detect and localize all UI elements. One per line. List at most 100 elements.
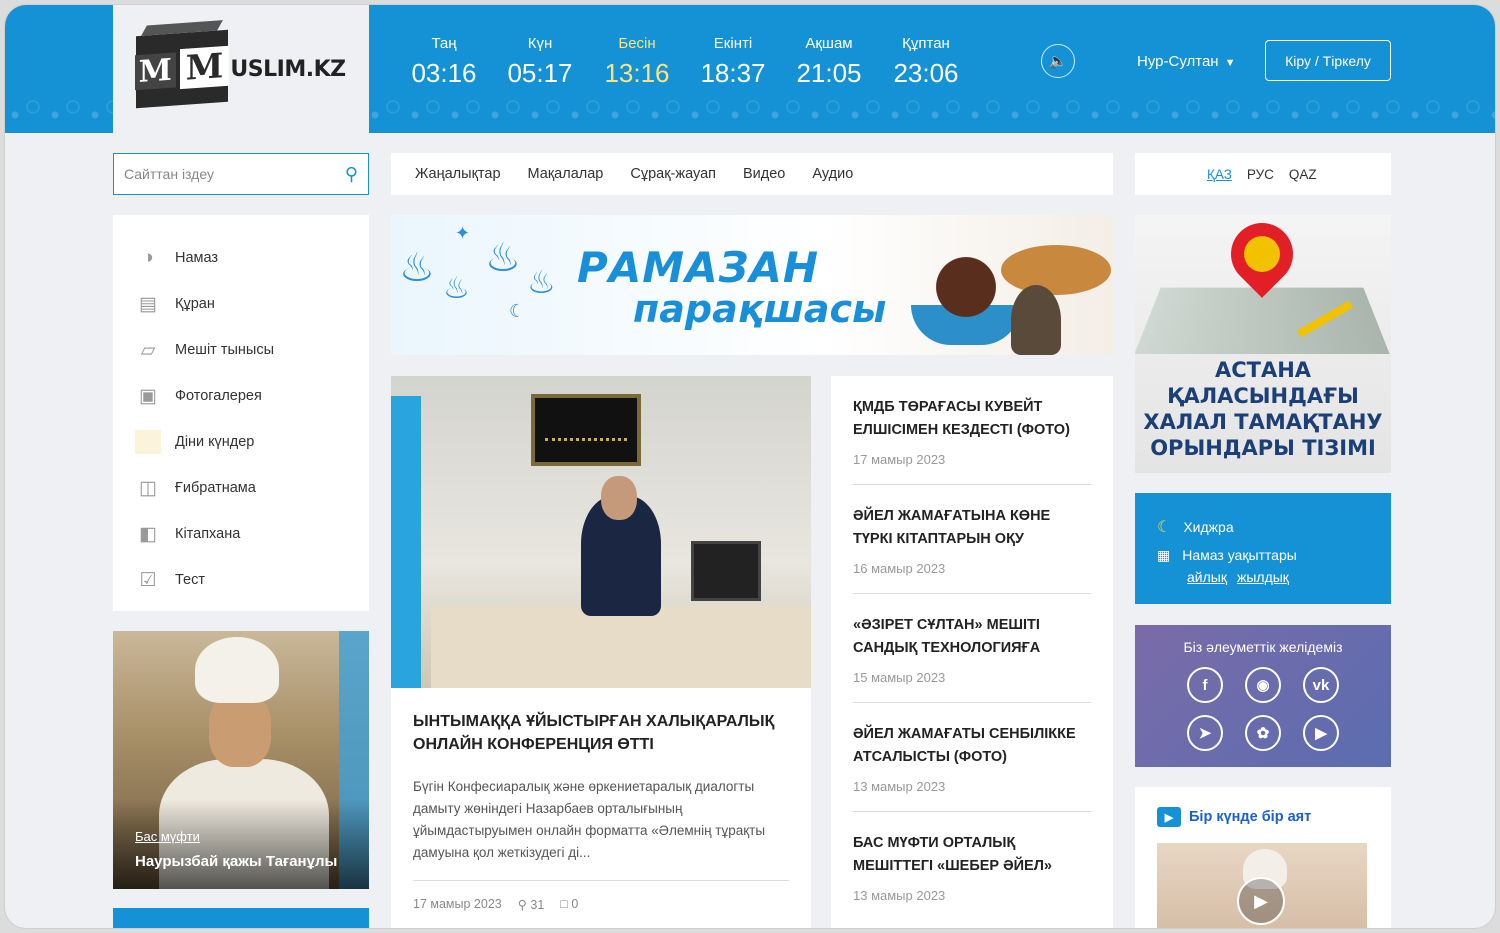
calendar-blank-icon	[135, 430, 161, 454]
library-icon: ◧	[139, 523, 157, 545]
news-title[interactable]: ӘЙЕЛ ЖАМАҒАТЫ СЕНБІЛІККЕ АТСАЛЫСТЫ (ФОТО…	[853, 723, 1091, 769]
lang-rus[interactable]: РУС	[1247, 167, 1274, 182]
featured-article[interactable]: ЫНТЫМАҚҚА ҰЙЫСТЫРҒАН ХАЛЫҚАРАЛЫҚ ОНЛАЙН …	[391, 376, 811, 928]
article-date: 17 мамыр 2023	[413, 897, 502, 911]
twitter-icon[interactable]: ✿	[1245, 715, 1281, 751]
sidebar-item-test[interactable]: ☑ Тест	[113, 557, 369, 603]
hijri-widget: ☾ Хиджра ▦ Намаз уақыттары айлық жылдық	[1135, 493, 1391, 604]
sidebar-item-religious-days[interactable]: Діни күндер	[113, 419, 369, 465]
list-item[interactable]: «ӘЗІРЕТ СҰЛТАН» МЕШІТІ САНДЫҚ ТЕХНОЛОГИЯ…	[853, 594, 1091, 703]
nav-news[interactable]: Жаңалықтар	[415, 166, 501, 182]
list-item[interactable]: ӘЙЕЛ ЖАМАҒАТЫ СЕНБІЛІККЕ АТСАЛЫСТЫ (ФОТО…	[853, 703, 1091, 812]
caret-down-icon: ▼	[1224, 57, 1236, 69]
verse-title: Бір күнде бір аят	[1189, 809, 1312, 825]
sidebar-item-library[interactable]: ◧ Кітапхана	[113, 511, 369, 557]
mufti-name[interactable]: Наурызбай қажы Тағанұлы	[135, 853, 337, 870]
comments-count: □ 0	[560, 897, 579, 911]
speaker-icon: 🔈	[1048, 53, 1068, 70]
vk-icon[interactable]: vk	[1303, 667, 1339, 703]
news-title[interactable]: «ӘЗІРЕТ СҰЛТАН» МЕШІТІ САНДЫҚ ТЕХНОЛОГИЯ…	[853, 614, 1091, 660]
lang-qaz[interactable]: QAZ	[1289, 167, 1317, 182]
featured-article-title[interactable]: ЫНТЫМАҚҚА ҰЙЫСТЫРҒАН ХАЛЫҚАРАЛЫҚ ОНЛАЙН …	[413, 710, 789, 756]
sidebar-item-gallery[interactable]: ▣ Фотогалерея	[113, 373, 369, 419]
halal-banner-caption: АСТАНА ҚАЛАСЫНДАҒЫ ХАЛАЛ ТАМАҚТАНУ ОРЫНД…	[1143, 358, 1383, 460]
news-date: 13 мамыр 2023	[853, 779, 946, 794]
featured-article-photo[interactable]	[391, 376, 811, 688]
list-item[interactable]: БАС МҮФТИ ОРТАЛЫҚ МЕШІТТЕГІ «ШЕБЕР ӘЙЕЛ»…	[853, 812, 1091, 921]
news-title[interactable]: ӘЙЕЛ ЖАМАҒАТЫНА КӨНЕ ТҮРКІ КІТАПТАРЫН ОҚ…	[853, 505, 1091, 551]
prayer-time-tan: Таң 03:16	[411, 35, 477, 88]
featured-article-meta: 17 мамыр 2023 ⚲ 31 □ 0	[413, 897, 789, 912]
ramadan-banner[interactable]: ♨ ♨ ♨ ♨ ✦ ☾ РАМАЗАН парақшасы	[391, 215, 1113, 355]
prayer-time-aksham: Ақшам 21:05	[796, 35, 862, 88]
city-selector[interactable]: Нур-Султан ▼	[1137, 53, 1235, 70]
crescent-icon: ☾	[509, 301, 526, 321]
browser-frame: M M USLIM.KZ Таң 03:16 Күн 05:17 Бесін 1…	[4, 4, 1496, 929]
social-title: Біз әлеуметтік желідеміз	[1183, 639, 1343, 655]
divider	[413, 880, 789, 881]
youtube-icon[interactable]: ▶	[1303, 715, 1339, 751]
list-item[interactable]: ӘЙЕЛ ЖАМАҒАТЫНА КӨНЕ ТҮРКІ КІТАПТАРЫН ОҚ…	[853, 485, 1091, 594]
logo[interactable]: M M USLIM.KZ	[113, 5, 369, 133]
sound-toggle-button[interactable]: 🔈	[1041, 44, 1075, 78]
chief-mufti-card[interactable]: Бас мүфти Наурызбай қажы Тағанұлы	[113, 631, 369, 889]
views-count: ⚲ 31	[517, 898, 545, 912]
quran-icon: ▤	[139, 293, 157, 315]
news-list: ҚМДБ ТӨРАҒАСЫ КУВЕЙТ ЕЛШІСІМЕН КЕЗДЕСТІ …	[831, 376, 1113, 928]
yearly-link[interactable]: жылдық	[1237, 569, 1289, 585]
language-switcher: ҚАЗ РУС QAZ	[1135, 153, 1391, 195]
book-icon: ◫	[139, 477, 157, 499]
play-icon[interactable]: ▶	[1237, 877, 1285, 925]
news-date: 16 мамыр 2023	[853, 561, 946, 576]
mufti-role[interactable]: Бас мүфти	[135, 829, 200, 844]
crescent-moon-icon: ☾	[1157, 519, 1172, 536]
news-date: 17 мамыр 2023	[853, 452, 946, 467]
list-item[interactable]: ҚМДБ ТӨРАҒАСЫ КУВЕЙТ ЕЛШІСІМЕН КЕЗДЕСТІ …	[853, 376, 1091, 485]
halal-places-banner[interactable]: АСТАНА ҚАЛАСЫНДАҒЫ ХАЛАЛ ТАМАҚТАНУ ОРЫНД…	[1135, 215, 1391, 473]
prayer-time-besin-active: Бесін 13:16	[604, 35, 670, 88]
instagram-icon[interactable]: ◉	[1245, 667, 1281, 703]
banner-title: РАМАЗАН	[577, 243, 820, 292]
prayer-time-quptan: Құптан 23:06	[893, 35, 959, 88]
calendar-icon: ▦	[1157, 546, 1171, 563]
sidebar-item-namaz[interactable]: ◑ Намаз	[113, 235, 369, 281]
facebook-icon[interactable]: f	[1187, 667, 1223, 703]
comment-icon: □	[560, 897, 568, 911]
prayer-times-row: ▦ Намаз уақыттары	[1157, 546, 1297, 564]
banner-subtitle: парақшасы	[633, 287, 887, 331]
checkbox-icon: ☑	[139, 569, 157, 591]
news-title[interactable]: ҚМДБ ТӨРАҒАСЫ КУВЕЙТ ЕЛШІСІМЕН КЕЗДЕСТІ …	[853, 396, 1091, 442]
prayer-time-ekinti: Екінті 18:37	[700, 35, 766, 88]
nav-articles[interactable]: Мақалалар	[528, 166, 604, 182]
news-date: 13 мамыр 2023	[853, 888, 946, 903]
news-title[interactable]: БАС МҮФТИ ОРТАЛЫҚ МЕШІТТЕГІ «ШЕБЕР ӘЙЕЛ»	[853, 832, 1091, 878]
eye-icon: ⚲	[517, 898, 527, 912]
star-icon: ✦	[455, 223, 471, 243]
monthly-link[interactable]: айлық	[1187, 569, 1227, 585]
lantern-icon: ♨	[399, 246, 435, 290]
lang-kaz[interactable]: ҚАЗ	[1207, 167, 1232, 182]
featured-article-excerpt: Бүгін Конфесиаралық және өркениетаралық …	[413, 779, 766, 860]
teapot-image	[1011, 285, 1061, 355]
map-icon	[1135, 287, 1390, 355]
location-pin-icon	[1218, 215, 1306, 298]
sidebar-item-gibratnama[interactable]: ◫ Ғибратнама	[113, 465, 369, 511]
nav-video[interactable]: Видео	[743, 166, 785, 182]
verse-video-thumbnail[interactable]: ▶	[1157, 843, 1367, 928]
hijri-link[interactable]: ☾ Хиджра	[1157, 513, 1391, 541]
lantern-icon: ♨	[443, 272, 470, 305]
sidebar-item-quran[interactable]: ▤ Құран	[113, 281, 369, 327]
sidebar-item-mosque[interactable]: ▱ Мешіт тынысы	[113, 327, 369, 373]
verse-of-day-block: ▶ Бір күнде бір аят ▶	[1135, 787, 1391, 928]
prayer-icon: ◑	[142, 247, 154, 268]
nav-qa[interactable]: Сұрақ-жауап	[630, 166, 716, 182]
login-register-button[interactable]: Кіру / Тіркелу	[1265, 40, 1391, 81]
dates-bowl-image	[921, 255, 1011, 335]
lantern-icon: ♨	[485, 236, 521, 280]
telegram-icon[interactable]: ➤	[1187, 715, 1223, 751]
nav-audio[interactable]: Аудио	[812, 166, 853, 182]
gallery-icon: ▣	[139, 385, 157, 407]
news-date: 15 мамыр 2023	[853, 670, 946, 685]
search-input[interactable]	[124, 166, 345, 182]
search-icon[interactable]: ⚲	[345, 164, 358, 185]
